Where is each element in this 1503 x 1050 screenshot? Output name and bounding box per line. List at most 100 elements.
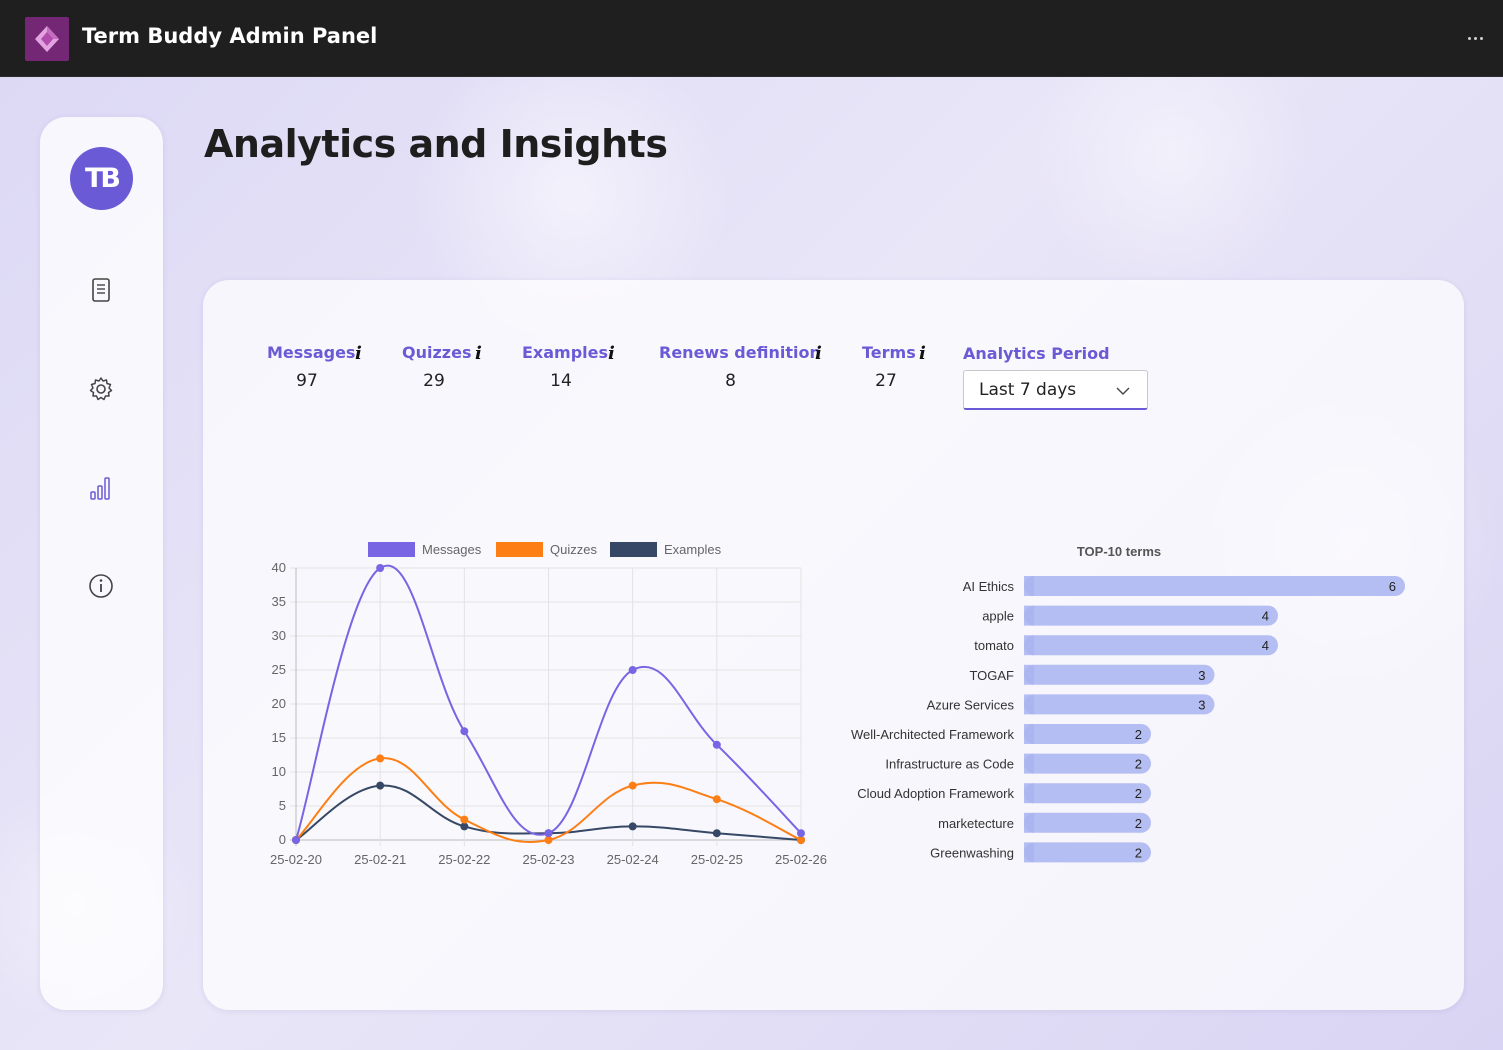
stat-label: Terms [862,343,916,362]
data-point [376,564,385,572]
gear-icon[interactable] [87,375,115,403]
line-chart: 0 5 10 15 20 25 30 35 40 25-02-20 25-02-21 25-02-22… [270,542,827,867]
bar-left-edge [1024,812,1034,833]
bar [1024,664,1215,685]
stat-examples: Examples i 14 [522,343,615,391]
bar-value-label: 2 [1135,786,1142,801]
bar-value-label: 3 [1198,697,1205,712]
legend-swatch [610,542,657,557]
category-label: Greenwashing [930,845,1014,860]
app-title: Term Buddy Admin Panel [82,24,378,48]
data-point [376,781,385,790]
analytics-period-value: Last 7 days [979,380,1077,400]
info-icon[interactable] [87,572,115,600]
title-bar: Term Buddy Admin Panel [0,0,1503,77]
legend-swatch [368,542,415,557]
stat-terms: Terms i 27 [862,343,926,391]
stat-value: 29 [423,371,445,391]
stat-renews-definition: Renews definition i 8 [659,343,822,391]
stat-messages: Messages i 97 [267,343,362,391]
more-options-icon[interactable] [1463,26,1487,50]
data-point [712,740,721,749]
x-tick-label: 25-02-25 [691,852,743,867]
data-point [797,829,805,838]
analytics-period-label: Analytics Period [963,344,1110,363]
power-apps-icon [35,26,59,52]
category-label: AI Ethics [963,579,1015,594]
stat-quizzes: Quizzes i 29 [402,343,482,391]
category-label: Infrastructure as Code [885,757,1014,772]
info-icon[interactable]: i [919,343,926,364]
bar [1024,635,1278,656]
y-tick-label: 25 [272,662,286,677]
y-tick-label: 20 [272,696,286,711]
info-icon[interactable]: i [475,343,482,364]
category-label: tomato [974,638,1014,653]
data-point [292,836,300,844]
data-point [544,829,553,838]
bar-left-edge [1024,694,1034,715]
bar-left-edge [1024,842,1034,863]
data-point [628,822,637,831]
x-tick-label: 25-02-22 [438,852,490,867]
stat-value: 14 [550,371,572,391]
bar-chart: TOP-10 terms AI Ethics 6 apple 4 tomato 4 TOGAF… [851,544,1405,863]
stat-label: Renews definition [659,343,821,362]
bar-left-edge [1024,576,1034,596]
chart-title: TOP-10 terms [1077,544,1161,559]
info-icon[interactable]: i [608,343,615,364]
bar-left-edge [1024,635,1034,656]
legend-swatch [496,542,543,557]
bar-value-label: 2 [1135,845,1142,860]
y-tick-label: 15 [272,730,286,745]
info-icon[interactable]: i [355,343,362,364]
bar [1024,576,1405,596]
stat-value: 27 [875,371,897,391]
info-icon[interactable]: i [815,343,822,364]
analytics-period-dropdown[interactable]: Last 7 days [963,370,1148,410]
stat-value: 8 [725,371,736,391]
y-tick-label: 35 [272,594,286,609]
data-point [628,781,637,790]
y-tick-label: 30 [272,628,286,643]
bar-left-edge [1024,753,1034,774]
category-label: TOGAF [969,668,1014,683]
sidebar: TB [40,117,163,1010]
x-tick-label: 25-02-23 [522,852,574,867]
avatar[interactable]: TB [70,147,133,210]
category-label: Well-Architected Framework [851,727,1015,742]
bar-value-label: 6 [1389,579,1396,594]
data-point [460,727,469,736]
bar [1024,812,1151,833]
data-point [712,795,721,804]
bar [1024,605,1278,626]
document-icon[interactable] [87,276,115,304]
stat-value: 97 [296,371,318,391]
stat-label: Quizzes [402,343,472,362]
bar-value-label: 2 [1135,727,1142,742]
bar-left-edge [1024,783,1034,804]
data-point [628,666,637,674]
x-tick-label: 25-02-20 [270,852,322,867]
bar-left-edge [1024,664,1034,685]
legend-label: Messages [422,542,482,557]
stat-label: Examples [522,343,609,362]
bar-chart-icon[interactable] [87,474,115,502]
data-point [460,815,469,824]
app-logo [25,17,69,61]
bar [1024,694,1215,715]
bar [1024,753,1151,774]
bar [1024,783,1151,804]
y-tick-label: 5 [279,798,286,813]
bar-left-edge [1024,605,1034,626]
chevron-down-icon [1116,387,1130,395]
legend-label: Quizzes [550,542,597,557]
bar-value-label: 2 [1135,816,1142,831]
y-tick-label: 10 [272,764,286,779]
y-tick-label: 0 [279,832,286,847]
stat-label: Messages [267,343,356,362]
category-label: marketecture [938,816,1014,831]
bar-value-label: 2 [1135,757,1142,772]
data-point [460,822,469,831]
category-label: Cloud Adoption Framework [857,786,1014,801]
